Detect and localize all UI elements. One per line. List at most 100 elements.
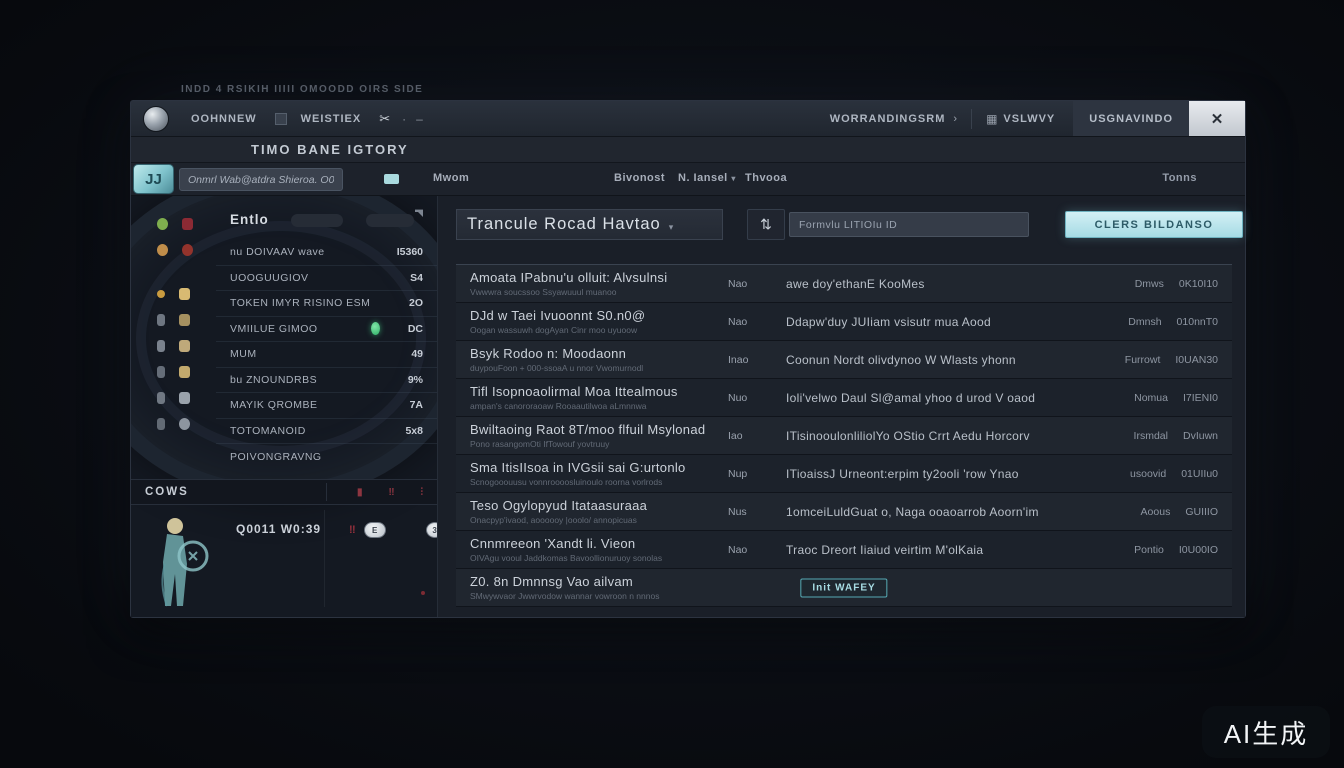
- dot-separator: ·: [402, 112, 406, 126]
- table-row[interactable]: Bwiltaoing Raot 8T/moo flfuil MsylonadPo…: [456, 417, 1232, 455]
- menu-item-file[interactable]: OOHNNEW: [191, 113, 257, 125]
- main-content: Trancule Rocad Havtao ▾ ⇅ CLERS BILDANSO…: [438, 196, 1245, 617]
- load-more-button[interactable]: Init WAFEY: [800, 578, 887, 597]
- sidebar-item[interactable]: VMIILUE GIMOO DC: [216, 317, 437, 343]
- profile-time: Q0011 W0:39: [236, 522, 321, 536]
- sidebar-title: Entlo: [230, 212, 269, 227]
- account-label[interactable]: VSLWVY: [1003, 113, 1055, 125]
- sidebar-item[interactable]: TOTOMANOID 5x8: [216, 419, 437, 445]
- alert-icon: ‼: [349, 524, 356, 536]
- table-row[interactable]: Amoata IPabnu'u olluit: AlvsulnsiVwwwra …: [456, 265, 1232, 303]
- item-value: 49: [411, 348, 423, 360]
- notifications-label[interactable]: WORRANDINGSRM: [830, 113, 946, 125]
- table-row[interactable]: Bsyk Rodoo n: MoodaonnduypouFoon + 000-s…: [456, 341, 1232, 379]
- app-badge-icon[interactable]: JJ: [133, 164, 174, 194]
- window-title: TIMO BANE IGTORY: [251, 142, 409, 157]
- toolbar-dropdown[interactable]: N. Iansel ▾: [678, 172, 736, 184]
- row-detail: Traoc Dreort Iiaiud veirtim M'olKaia: [786, 543, 1090, 557]
- menu-item-edit[interactable]: WEISTIEX: [301, 113, 362, 125]
- profile-panel: Q0011 W0:39 ‼ E 3: [131, 506, 437, 617]
- row-subtitle: SMwywvaor Jwwrvodow wannar vowroon n nnn…: [470, 591, 728, 601]
- notification-dot: [421, 591, 425, 595]
- sidebar-item[interactable]: TOKEN IMYR RISINO ESM 2O: [216, 291, 437, 317]
- row-badge: Iao: [728, 430, 786, 442]
- row-status: Irsmdal: [1134, 430, 1168, 442]
- coin-icon: [157, 244, 168, 256]
- row-badge: Nus: [728, 506, 786, 518]
- flag-icon[interactable]: ▮: [357, 487, 363, 498]
- ingot-icon: [179, 288, 190, 300]
- row-status: Nomua: [1134, 392, 1168, 404]
- sidebar-item[interactable]: bu ZNOUNDRBS 9%: [216, 368, 437, 394]
- close-icon[interactable]: ✕: [1189, 101, 1245, 136]
- row-title: Z0. 8n Dmnnsg Vao ailvam: [470, 574, 728, 589]
- row-detail: ITioaissJ Urneont:erpim ty2ooli 'row Yna…: [786, 467, 1090, 481]
- sidebar-header: Entlo ▬◥: [216, 202, 437, 240]
- sort-filter-button[interactable]: ⇅: [747, 209, 785, 240]
- row-subtitle: OIVAgu vooul Jaddkomas Bavoollionuruoy s…: [470, 553, 728, 563]
- page-title: Trancule Rocad Havtao ▾: [456, 209, 723, 240]
- session-button[interactable]: USGNAVINDO: [1073, 101, 1189, 136]
- primary-action-button[interactable]: CLERS BILDANSO: [1065, 211, 1243, 238]
- toolbar-theme-label[interactable]: Thvooa: [745, 172, 787, 184]
- table-row[interactable]: Tifl Isopnoaolirmal Moa Ittealmousampan'…: [456, 379, 1232, 417]
- pin-icon: [157, 314, 165, 326]
- sidebar-filter-pill[interactable]: [291, 214, 343, 227]
- character-avatar[interactable]: [153, 514, 215, 614]
- titlebar: OOHNNEW WEISTIEX ✂ · – WORRANDINGSRM › ▦…: [131, 101, 1245, 137]
- toolbar-right-label[interactable]: Tonns: [1162, 172, 1197, 184]
- pin-icon: [157, 418, 165, 430]
- badge-icon: [179, 392, 190, 404]
- row-subtitle: duypouFoon + 000-ssoaA u nnor Vwomurnodl: [470, 363, 728, 373]
- alert-icon[interactable]: ‼: [388, 487, 394, 498]
- item-value: 7A: [410, 399, 423, 411]
- pin-icon: [157, 392, 165, 404]
- row-title: Cnnmreeon 'Xandt li. Vieon: [470, 536, 728, 551]
- dash-separator: –: [416, 112, 423, 126]
- table-row[interactable]: DJd w Taei Ivuoonnt S0.n0@Oogan wassuwh …: [456, 303, 1232, 341]
- list-icon[interactable]: ⫶: [421, 487, 424, 498]
- badge-icon: [179, 418, 190, 430]
- row-badge: Nup: [728, 468, 786, 480]
- row-subtitle: Vwwwra soucssoo Ssyawuuul muanoo: [470, 287, 728, 297]
- table-row[interactable]: Sma ItisIIsoa in IVGsii sai G:urtonloScn…: [456, 455, 1232, 493]
- medal-icon[interactable]: E: [364, 522, 386, 538]
- row-title: Teso Ogylopyud Itataasuraaa: [470, 498, 728, 513]
- sidebar-item[interactable]: nu DOIVAAV wave I5360: [216, 240, 437, 266]
- filter-id-input[interactable]: [789, 212, 1029, 237]
- pin-icon: [157, 340, 165, 352]
- row-title: Sma ItisIIsoa in IVGsii sai G:urtonlo: [470, 460, 728, 475]
- row-detail: Coonun Nordt olivdynoo W Wlasts yhonn: [786, 353, 1090, 367]
- row-detail: Ioli'velwo Daul Sl@amal yhoo d urod V oa…: [786, 391, 1090, 405]
- sidebar-item[interactable]: POIVONGRAVNG: [216, 444, 437, 470]
- row-code: I0UAN30: [1175, 354, 1218, 366]
- sidebar-item[interactable]: MUM 49: [216, 342, 437, 368]
- toolbar-menu-label[interactable]: Mwom: [433, 172, 469, 184]
- coin-icon[interactable]: 3: [426, 522, 438, 538]
- table-row-loading[interactable]: Z0. 8n Dmnnsg Vao ailvam SMwywvaor Jwwrvo…: [456, 569, 1232, 607]
- search-input[interactable]: [179, 168, 343, 191]
- row-code: DvIuwn: [1183, 430, 1218, 442]
- row-subtitle: Oogan wassuwh dogAyan Cinr moo uyuoow: [470, 325, 728, 335]
- toolbar-browse-label[interactable]: Bivonost: [614, 172, 665, 184]
- sidebar-item[interactable]: MAYIK QROMBE 7A: [216, 393, 437, 419]
- accent-chip-icon[interactable]: [384, 174, 399, 184]
- row-title: Tifl Isopnoaolirmal Moa Ittealmous: [470, 384, 728, 399]
- checkbox-icon[interactable]: [275, 113, 287, 125]
- stamp-icon: [179, 366, 190, 378]
- chevron-right-icon[interactable]: ›: [953, 113, 957, 125]
- sidebar-item[interactable]: UOOGUUGIOV S4: [216, 266, 437, 292]
- sidebar: Entlo ▬◥ nu DOIVAAV wave I5360 UOOGUUGIO…: [131, 196, 438, 617]
- window-caption-note: INDD 4 RSIKIH IIIII OMOODD OIRS SIDE: [181, 84, 423, 95]
- table-row[interactable]: Cnnmreeon 'Xandt li. Vieon OIVAgu vooul J…: [456, 531, 1232, 569]
- emblem-icon: [182, 244, 193, 256]
- chevron-down-icon[interactable]: ▾: [669, 222, 675, 233]
- hamburger-icon[interactable]: ▬◥: [397, 208, 423, 216]
- titlebar-right: WORRANDINGSRM › ▦ VSLWVY USGNAVINDO ✕: [830, 101, 1245, 136]
- table-row[interactable]: Teso Ogylopyud ItataasuraaaOnacpyp'ivaod…: [456, 493, 1232, 531]
- scissors-icon[interactable]: ✂: [379, 111, 390, 127]
- divider: [326, 483, 327, 501]
- row-badge: Nuo: [728, 392, 786, 404]
- chevron-down-icon: ▾: [731, 174, 736, 183]
- row-detail: 1omceiLuldGuat o, Naga ooaoarrob Aoorn'i…: [786, 505, 1090, 519]
